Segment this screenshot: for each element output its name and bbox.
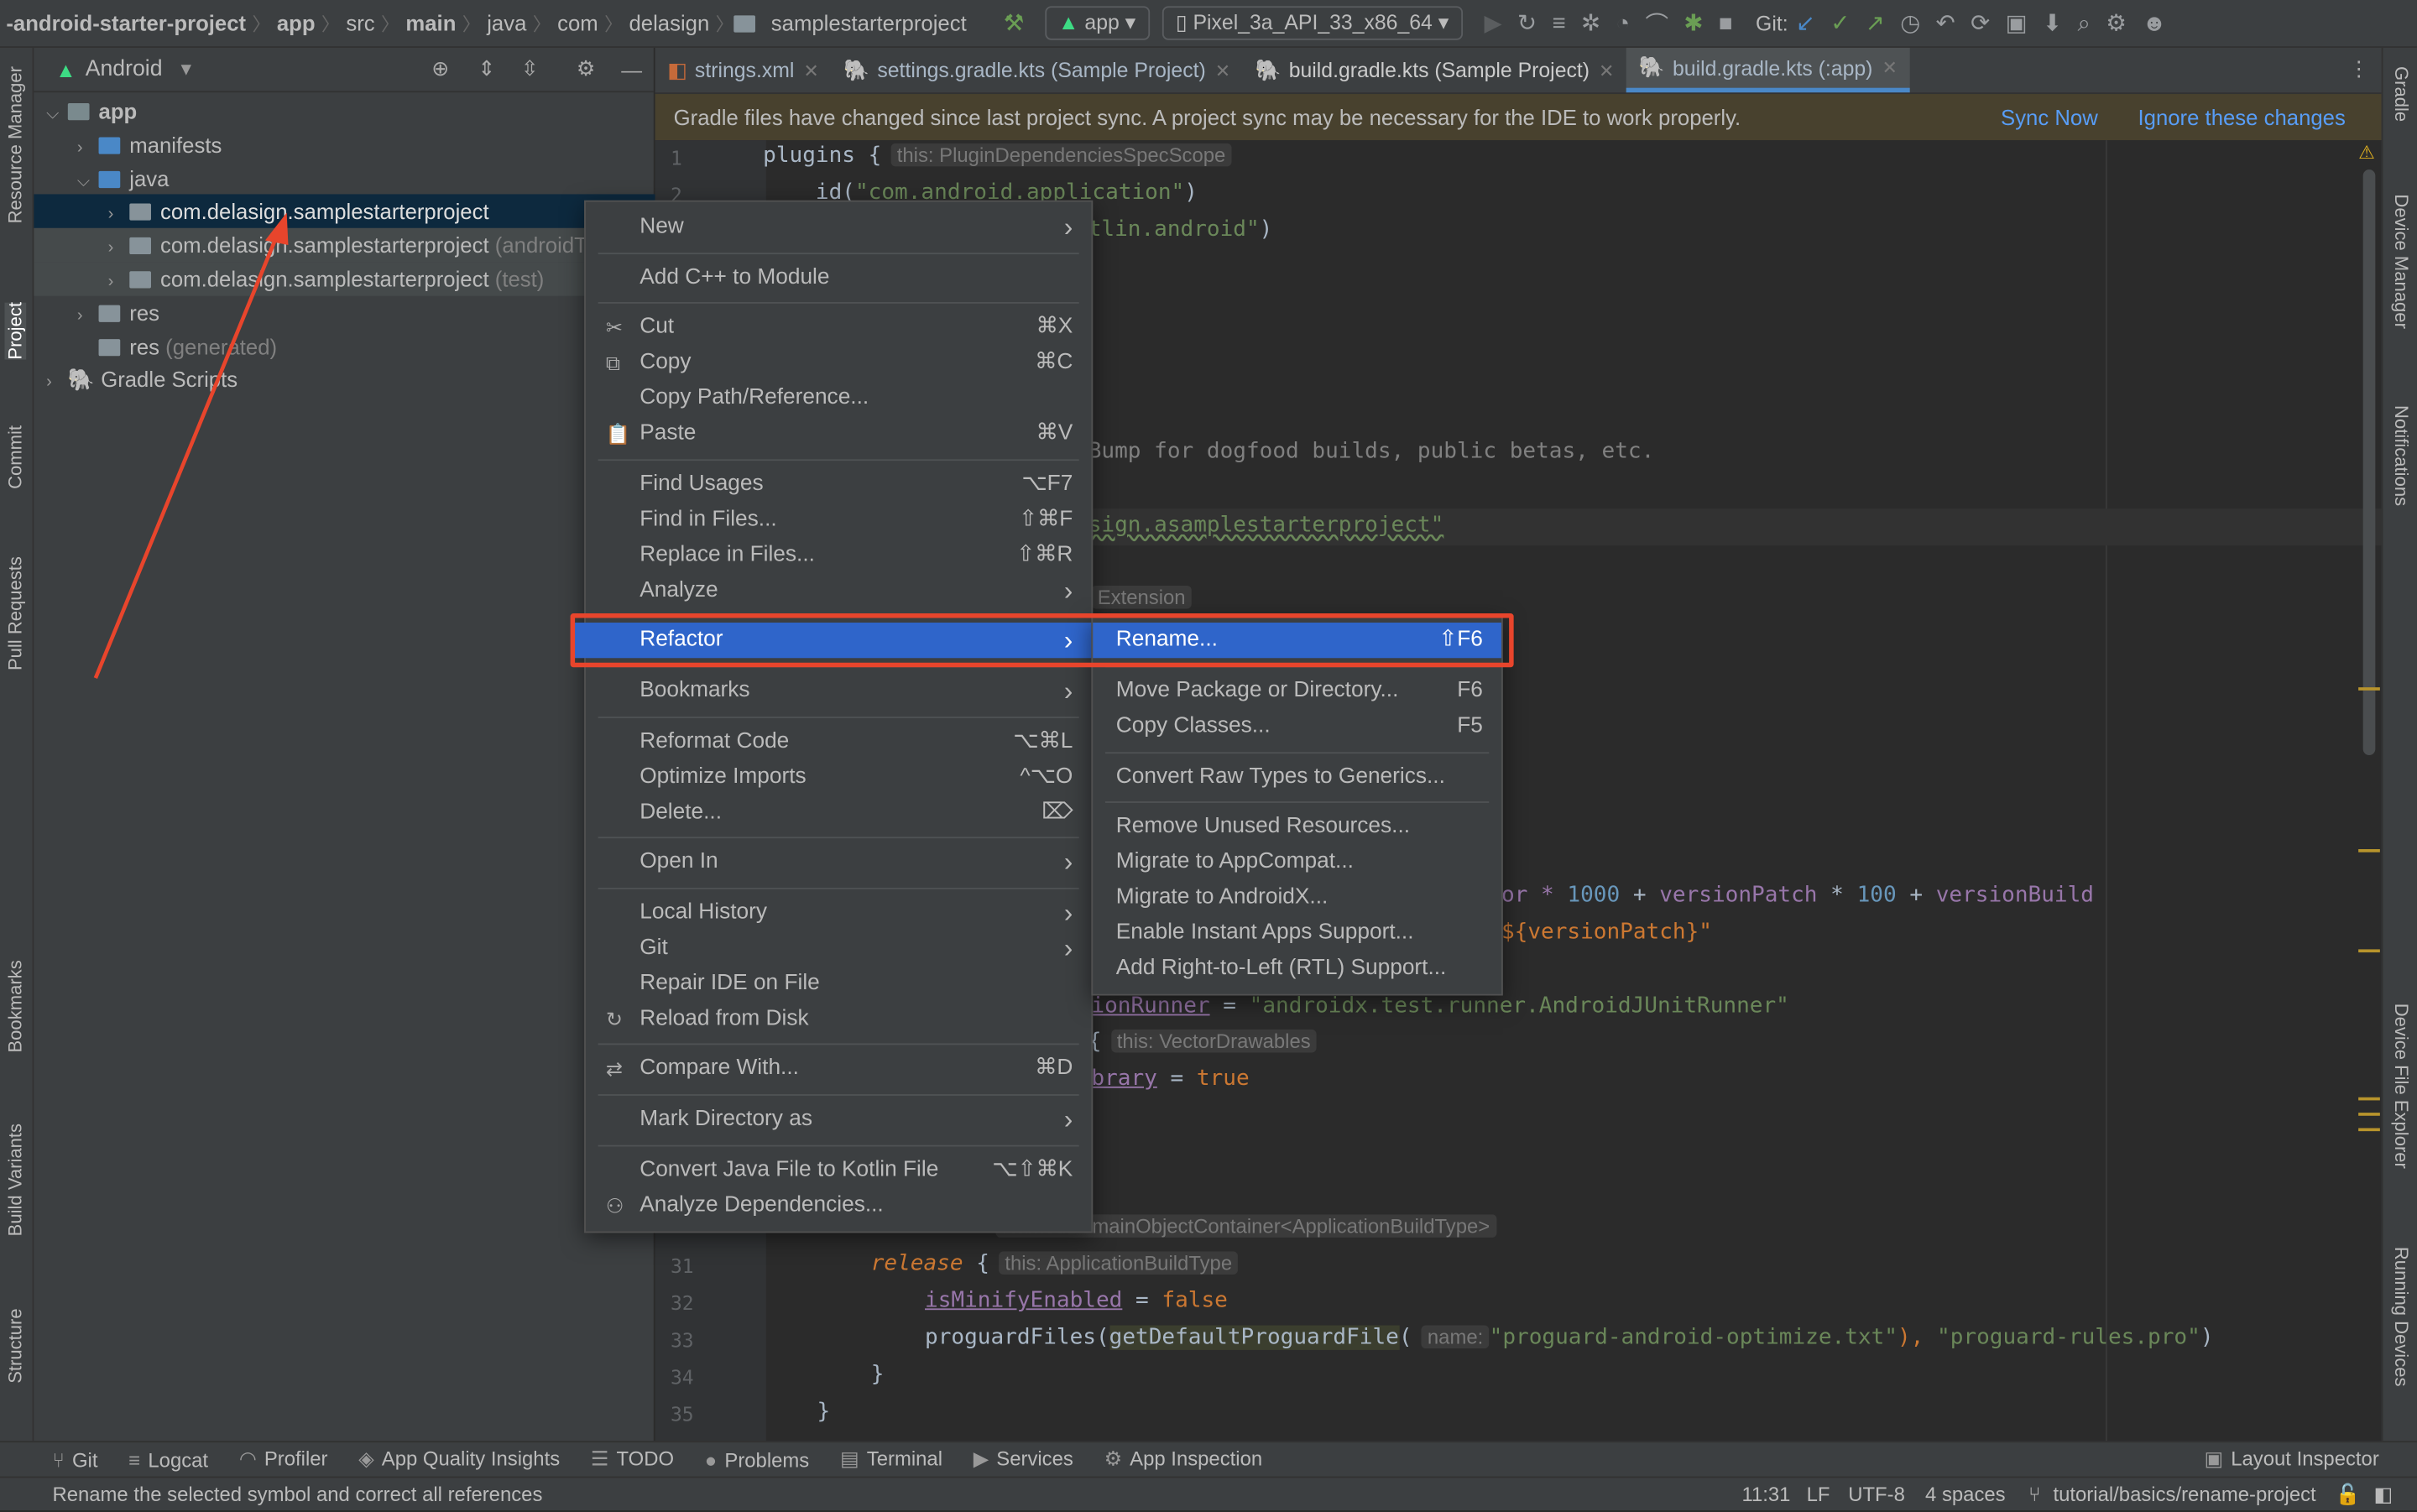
- app-inspection-icon: ⚙: [1104, 1447, 1123, 1471]
- problems-icon: ●: [704, 1447, 718, 1472]
- tool-window-logcat[interactable]: ≡ Logcat: [128, 1448, 208, 1472]
- tool-window-label: Profiler: [264, 1447, 328, 1471]
- arrow-shaft: [93, 233, 279, 680]
- git-branch[interactable]: tutorial/basics/rename-project: [2053, 1478, 2315, 1511]
- lock-icon[interactable]: 🔓: [2336, 1478, 2361, 1511]
- tool-window-profiler[interactable]: ◠ Profiler: [239, 1447, 328, 1472]
- tool-window-layout-inspector[interactable]: ▣ Layout Inspector: [2204, 1447, 2378, 1472]
- status-message: Rename the selected symbol and correct a…: [52, 1482, 543, 1506]
- tool-window-label: TODO: [616, 1447, 675, 1471]
- tool-window-label: Logcat: [148, 1447, 209, 1472]
- terminal-icon: ▤: [840, 1447, 859, 1471]
- app-quality-insights-icon: ◈: [358, 1447, 374, 1471]
- arrow-head: [264, 212, 289, 246]
- git-branch-icon: ⑂: [2028, 1482, 2041, 1506]
- tool-window-label: Terminal: [866, 1447, 942, 1471]
- logcat-icon: ≡: [128, 1447, 141, 1472]
- tool-window-services[interactable]: ▶ Services: [974, 1447, 1073, 1472]
- layout-inspector-icon: ▣: [2204, 1447, 2224, 1471]
- bottom-tool-bar: ⑂ Git ≡ Logcat ◠ Profiler ◈ App Quality Insight…: [0, 1441, 2417, 1477]
- profiler-icon: ◠: [238, 1447, 257, 1471]
- caret-position[interactable]: 11:31: [1741, 1478, 1790, 1511]
- tool-window-label: Services: [996, 1447, 1073, 1471]
- todo-icon: ☰: [590, 1447, 609, 1471]
- tool-window-label: Problems: [724, 1447, 810, 1472]
- tool-window-app-quality-insights[interactable]: ◈ App Quality Insights: [358, 1447, 560, 1472]
- tool-window-terminal[interactable]: ▤ Terminal: [840, 1447, 942, 1472]
- tool-window-app-inspection[interactable]: ⚙ App Inspection: [1104, 1447, 1263, 1472]
- tool-window-label: App Inspection: [1130, 1447, 1263, 1471]
- memory-indicator-icon[interactable]: ◧: [2374, 1478, 2394, 1511]
- tool-window-problems[interactable]: ● Problems: [705, 1448, 809, 1472]
- line-separator[interactable]: LF: [1807, 1478, 1830, 1511]
- tool-window-label: App Quality Insights: [381, 1447, 561, 1471]
- services-icon: ▶: [973, 1447, 989, 1471]
- indent-setting[interactable]: 4 spaces: [1925, 1478, 2006, 1511]
- tool-window-label: Layout Inspector: [2231, 1447, 2379, 1471]
- git-icon: ⑂: [52, 1447, 65, 1472]
- tool-window-label: Git: [71, 1447, 98, 1472]
- status-bar: Rename the selected symbol and correct a…: [0, 1476, 2417, 1511]
- tool-window-git[interactable]: ⑂ Git: [52, 1448, 97, 1472]
- tool-window-todo[interactable]: ☰ TODO: [591, 1447, 674, 1472]
- annotation-arrow: [93, 212, 289, 680]
- file-encoding[interactable]: UTF-8: [1848, 1478, 1905, 1511]
